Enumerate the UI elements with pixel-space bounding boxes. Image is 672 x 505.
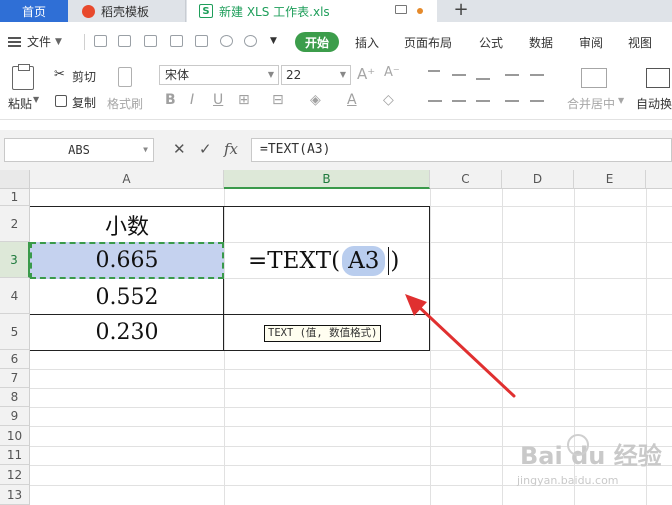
paw-logo-icon	[567, 434, 589, 456]
watermark-url: jingyan.baidu.com	[517, 474, 619, 487]
watermark-brand: Bai du 经验	[520, 442, 662, 470]
annotation-arrow	[405, 294, 516, 398]
